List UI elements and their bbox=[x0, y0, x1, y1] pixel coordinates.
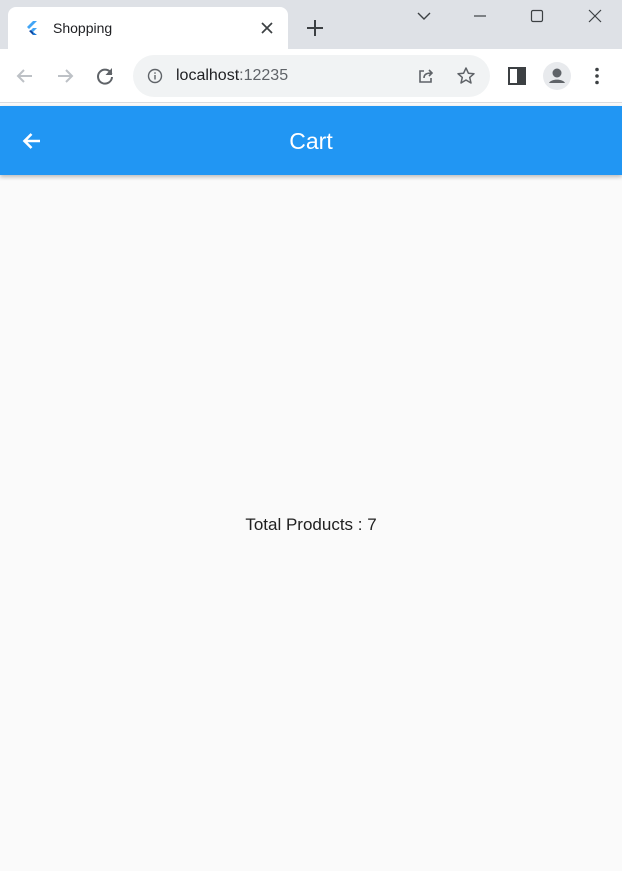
url-port: :12235 bbox=[239, 67, 289, 84]
arrow-right-icon[interactable] bbox=[53, 64, 77, 88]
page-title: Cart bbox=[289, 128, 333, 154]
browser-tab[interactable]: Shopping bbox=[8, 7, 288, 49]
info-icon[interactable] bbox=[147, 68, 163, 84]
maximize-icon[interactable] bbox=[525, 4, 549, 28]
star-icon[interactable] bbox=[456, 66, 476, 86]
kebab-menu-icon[interactable] bbox=[585, 64, 609, 88]
chevron-down-icon[interactable] bbox=[412, 4, 436, 28]
app-viewport: Cart Total Products : 7 bbox=[0, 104, 622, 871]
share-icon[interactable] bbox=[416, 66, 436, 86]
window-close-icon[interactable] bbox=[583, 4, 607, 28]
arrow-left-icon[interactable] bbox=[13, 64, 37, 88]
tab-title: Shopping bbox=[53, 20, 113, 36]
side-panel-icon[interactable] bbox=[505, 64, 529, 88]
app-bar: Cart bbox=[0, 106, 622, 175]
flutter-logo-icon bbox=[27, 21, 37, 35]
close-icon[interactable] bbox=[258, 19, 276, 37]
address-bar[interactable]: localhost:12235 bbox=[133, 55, 490, 97]
browser-titlebar: Shopping bbox=[0, 0, 622, 49]
url-host: localhost bbox=[176, 67, 240, 84]
total-products-text: Total Products : 7 bbox=[245, 515, 377, 534]
reload-icon[interactable] bbox=[93, 64, 117, 88]
minimize-icon[interactable] bbox=[468, 4, 492, 28]
url-text[interactable]: localhost:12235 bbox=[176, 67, 288, 85]
plus-icon[interactable] bbox=[304, 17, 326, 39]
person-icon[interactable] bbox=[543, 62, 571, 90]
browser-toolbar: localhost:12235 bbox=[0, 49, 622, 103]
